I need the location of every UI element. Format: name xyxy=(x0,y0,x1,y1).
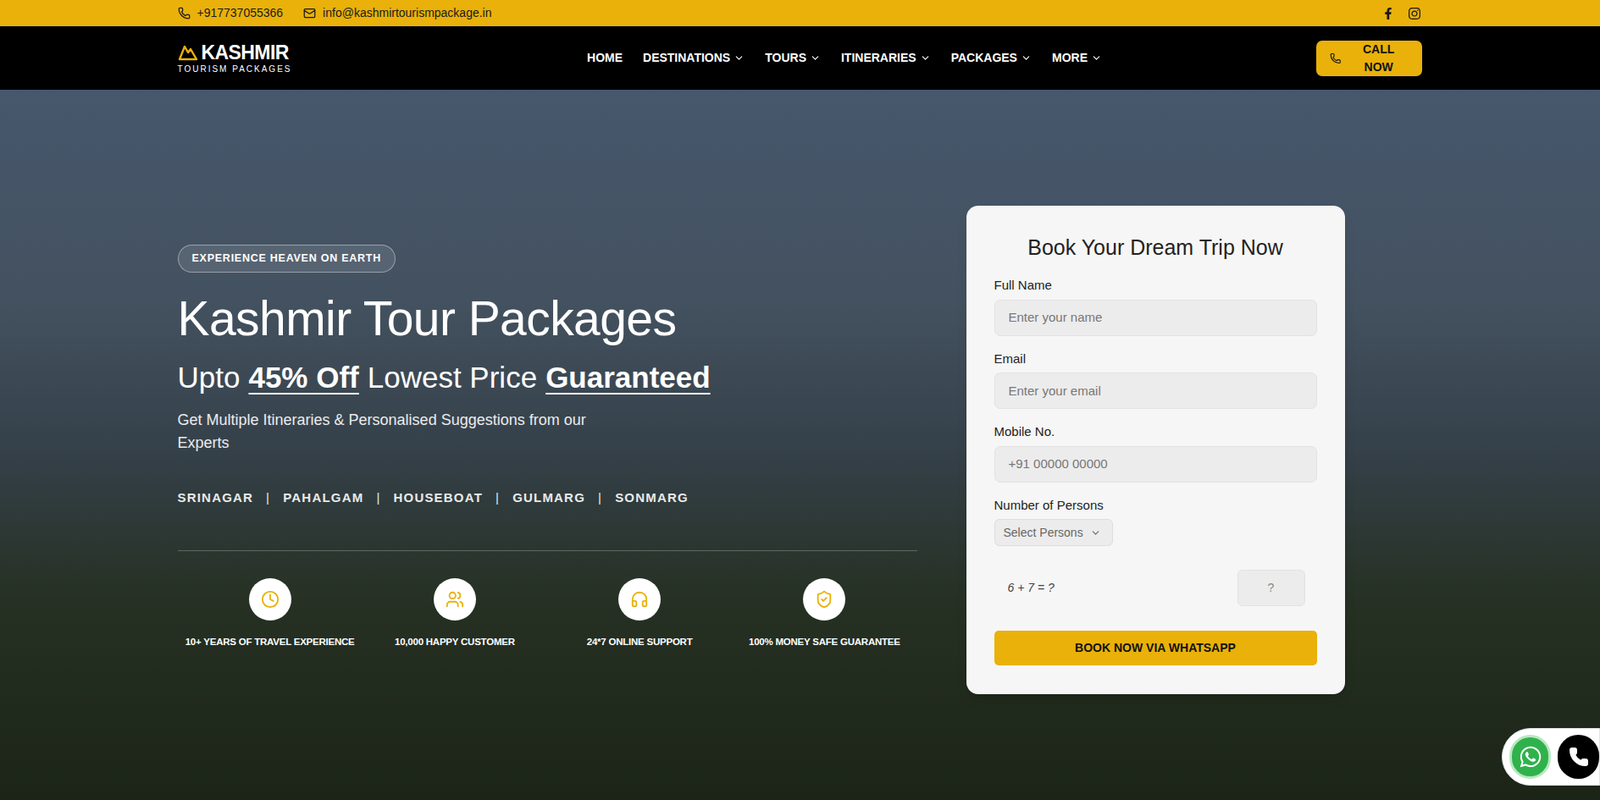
form-title: Book Your Dream Trip Now xyxy=(994,234,1318,261)
phone-icon xyxy=(1568,747,1589,768)
persons-field: Number of PersonsSelect Persons xyxy=(994,496,1318,548)
chevron-down-icon xyxy=(733,52,745,64)
nav-item[interactable]: HOME xyxy=(586,49,623,67)
separator: | xyxy=(265,488,271,509)
whatsapp-icon xyxy=(1518,745,1543,770)
navbar: KASHMIRTOURISM PACKAGES HOME DESTINATIONS T… xyxy=(0,26,1600,90)
place-item: HOUSEBOAT xyxy=(393,488,483,509)
nav-item[interactable]: ITINERARIES xyxy=(841,49,931,67)
call-now-button[interactable]: CALL NOW xyxy=(1316,40,1423,77)
top-bar: +917737055366 info@kashmirtourismpackage.… xyxy=(0,0,1600,27)
divider xyxy=(177,550,918,552)
hero-description: Get Multiple Itineraries & Personalised … xyxy=(177,409,636,455)
hero-subtitle: Upto45% OffLowest PriceGuaranteed xyxy=(177,359,918,396)
chevron-down-icon xyxy=(1090,527,1102,539)
text-input[interactable] xyxy=(994,299,1318,337)
hero-badge: EXPERIENCE HEAVEN ON EARTH xyxy=(177,244,396,273)
chevron-down-icon xyxy=(809,52,821,64)
page: +917737055366 info@kashmirtourismpackage.… xyxy=(0,0,1600,800)
features: 10+ YEARS OF TRAVEL EXPERIENCE10,000 HAP… xyxy=(177,578,918,650)
feature-item: 24*7 ONLINE SUPPORT xyxy=(547,578,732,650)
nav-item[interactable]: DESTINATIONS xyxy=(642,49,745,67)
text-input[interactable] xyxy=(994,372,1318,410)
nav-item[interactable]: TOURS xyxy=(764,49,821,67)
nav-item[interactable]: PACKAGES xyxy=(951,49,1032,67)
captcha-input[interactable] xyxy=(1237,570,1306,607)
instagram-icon xyxy=(1407,6,1422,21)
book-now-button[interactable]: BOOK NOW VIA WHATSAPP xyxy=(994,631,1318,666)
headphones-icon xyxy=(630,590,649,609)
hero-title: Kashmir Tour Packages xyxy=(177,291,918,348)
chevron-down-icon xyxy=(1020,52,1032,64)
form-field: Mobile No. xyxy=(994,422,1318,483)
places-list: SRINAGAR | PAHALGAM | HOUSEBOAT | GULMARG | SONM… xyxy=(177,488,918,509)
form-field: Full Name xyxy=(994,276,1318,337)
email-link[interactable]: info@kashmirtourismpackage.in xyxy=(303,4,492,23)
nav-item[interactable]: MORE xyxy=(1051,49,1102,67)
hero-content: EXPERIENCE HEAVEN ON EARTH Kashmir Tour P… xyxy=(177,205,918,650)
place-item: SRINAGAR xyxy=(177,488,255,509)
chevron-down-icon xyxy=(1090,52,1102,64)
separator: | xyxy=(495,488,500,509)
place-item: SONMARG xyxy=(614,488,689,509)
chevron-down-icon xyxy=(919,52,931,64)
text-input[interactable] xyxy=(994,446,1318,483)
phone-icon xyxy=(1329,52,1341,65)
logo[interactable]: KASHMIRTOURISM PACKAGES xyxy=(177,43,322,74)
nav-menu: HOME DESTINATIONS TOURS ITINERARIES PACKAGES… xyxy=(586,49,1102,67)
mail-icon xyxy=(303,6,316,20)
form-field: Email xyxy=(994,349,1318,410)
facebook-link[interactable] xyxy=(1382,7,1395,20)
phone-button[interactable] xyxy=(1557,735,1600,780)
whatsapp-button[interactable] xyxy=(1509,735,1551,780)
phone-link[interactable]: +917737055366 xyxy=(177,4,284,23)
feature-item: 100% MONEY SAFE GUARANTEE xyxy=(731,578,917,650)
feature-item: 10,000 HAPPY CUSTOMER xyxy=(362,578,548,650)
persons-select[interactable]: Select Persons xyxy=(994,519,1113,547)
feature-item: 10+ YEARS OF TRAVEL EXPERIENCE xyxy=(177,578,363,650)
floating-contact xyxy=(1501,728,1600,787)
mountain-logo-icon xyxy=(177,44,199,61)
separator: | xyxy=(597,488,603,509)
place-item: PAHALGAM xyxy=(282,488,364,509)
users-icon xyxy=(445,590,465,609)
instagram-link[interactable] xyxy=(1407,6,1422,21)
clock-icon xyxy=(260,590,280,609)
hero-overlay xyxy=(0,89,1600,800)
phone-icon xyxy=(177,6,191,20)
captcha-row: 6 + 7 = ? xyxy=(994,570,1318,607)
place-item: GULMARG xyxy=(512,488,586,509)
separator: | xyxy=(376,488,381,509)
facebook-icon xyxy=(1382,7,1395,20)
hero: EXPERIENCE HEAVEN ON EARTH Kashmir Tour P… xyxy=(0,89,1600,800)
shield-icon xyxy=(814,590,834,609)
booking-form: Book Your Dream Trip Now Full Name Email Mo… xyxy=(966,205,1346,695)
